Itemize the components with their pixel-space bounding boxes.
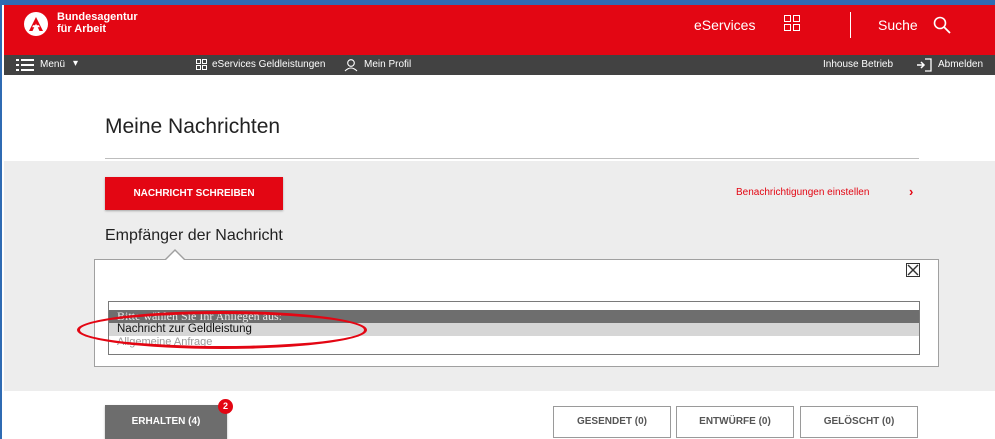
- top-header: Bundesagentur für Arbeit eServices Suche: [4, 5, 995, 55]
- user-icon: [344, 59, 358, 72]
- write-message-button[interactable]: NACHRICHT SCHREIBEN: [105, 177, 283, 210]
- tab-received[interactable]: ERHALTEN (4): [105, 405, 227, 439]
- search-link[interactable]: Suche: [878, 17, 918, 33]
- eservices-grid-icon[interactable]: [784, 15, 802, 33]
- tab-drafts[interactable]: ENTWÜRFE (0): [676, 406, 794, 438]
- chevron-down-icon[interactable]: ▾: [73, 58, 78, 69]
- ba-logo-icon[interactable]: [24, 12, 48, 36]
- chevron-right-icon[interactable]: ›: [909, 184, 913, 199]
- header-divider: [850, 12, 851, 38]
- page-title: Meine Nachrichten: [105, 115, 281, 138]
- recipient-label: Empfänger der Nachricht: [105, 227, 283, 244]
- profile-link[interactable]: Mein Profil: [364, 59, 411, 70]
- browser-frame: Bundesagentur für Arbeit eServices Suche…: [0, 0, 995, 439]
- search-icon[interactable]: [932, 15, 952, 35]
- close-icon[interactable]: [906, 263, 920, 277]
- logout-icon[interactable]: [916, 58, 932, 72]
- panel-pointer-fill: [165, 251, 185, 261]
- title-area: Meine Nachrichten: [4, 75, 995, 161]
- brand-name[interactable]: Bundesagentur für Arbeit: [57, 11, 138, 35]
- menu-button[interactable]: Menü: [40, 59, 65, 70]
- eservices-link[interactable]: eServices: [694, 17, 755, 33]
- tab-deleted[interactable]: GELÖSCHT (0): [800, 406, 918, 438]
- sub-navigation: Menü ▾ eServices Geldleistungen Mein Pro…: [4, 55, 995, 75]
- logout-link[interactable]: Abmelden: [938, 59, 983, 70]
- hamburger-icon[interactable]: [16, 59, 34, 71]
- main-content: Meine Nachrichten NACHRICHT SCHREIBEN Be…: [4, 75, 995, 439]
- company-label: Inhouse Betrieb: [823, 59, 894, 70]
- brand-line-2: für Arbeit: [57, 23, 107, 35]
- title-divider: [105, 158, 919, 159]
- notification-settings-link[interactable]: Benachrichtigungen einstellen: [736, 187, 869, 198]
- tab-sent[interactable]: GESENDET (0): [553, 406, 671, 438]
- brand-line-1: Bundesagentur: [57, 11, 138, 23]
- unread-badge: 2: [218, 399, 233, 414]
- eservices-geldleistungen-link[interactable]: eServices Geldleistungen: [212, 59, 325, 70]
- annotation-circle: [77, 311, 367, 349]
- eservices-small-grid-icon: [196, 59, 208, 71]
